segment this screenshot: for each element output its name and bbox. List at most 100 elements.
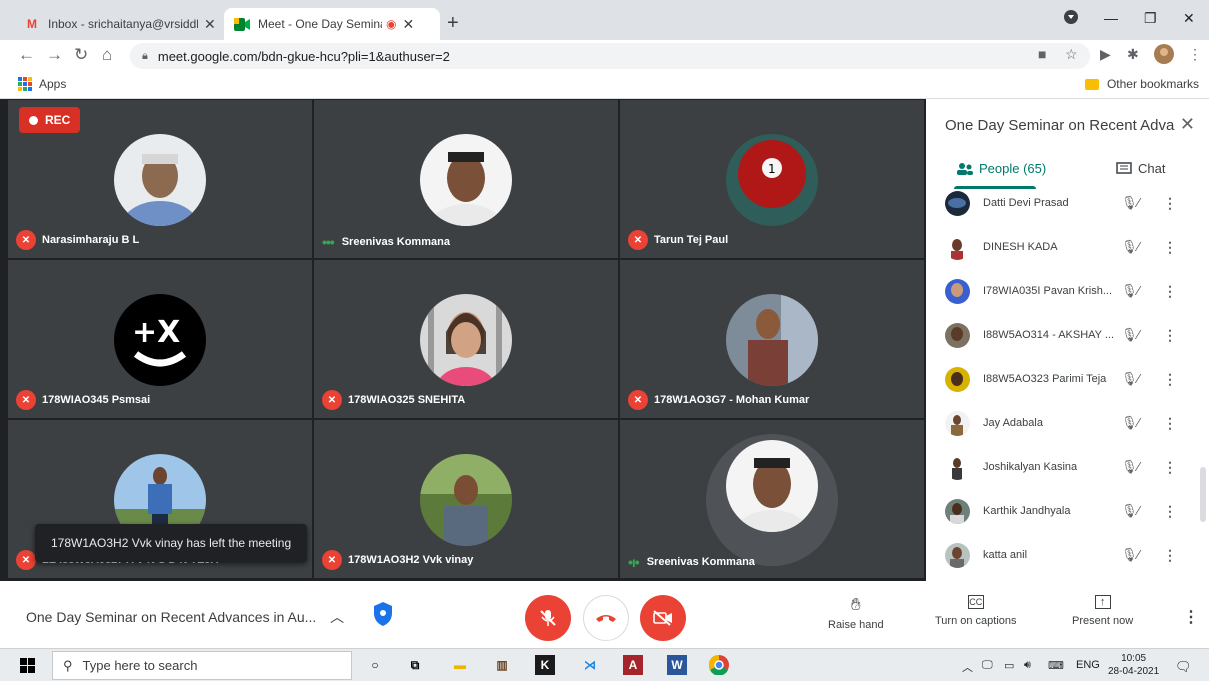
close-window-button[interactable]: ✕ xyxy=(1183,10,1195,27)
list-item[interactable]: Jay Adabala 🎙︎⁄ ⋮ xyxy=(926,401,1209,445)
list-item[interactable]: I88W5AO314 - AKSHAY ... 🎙︎⁄ ⋮ xyxy=(926,313,1209,357)
keyboard-icon[interactable]: ⌨ xyxy=(1048,659,1064,672)
puzzle-icon[interactable]: ✱ xyxy=(1127,46,1139,63)
camera-icon[interactable]: ■ xyxy=(1038,46,1046,62)
avatar xyxy=(114,134,206,226)
mic-off-icon: ✕ xyxy=(628,390,648,410)
raise-hand-button[interactable]: ✋︎ Raise hand xyxy=(828,595,884,631)
notifications-icon[interactable]: 🗨︎ xyxy=(1175,659,1192,675)
list-item[interactable]: Joshikalyan Kasina 🎙︎⁄ ⋮ xyxy=(926,445,1209,489)
more-options-icon[interactable]: ⋮ xyxy=(1163,327,1177,344)
extension-icon[interactable]: ▶ xyxy=(1100,46,1111,63)
svg-text:1: 1 xyxy=(768,162,776,176)
leave-call-button[interactable] xyxy=(583,595,629,641)
forward-button[interactable]: → xyxy=(46,45,63,65)
taskbar-search-box[interactable]: ⚲ Type here to search xyxy=(52,651,352,680)
access-icon[interactable]: A xyxy=(623,655,643,675)
scrollbar[interactable] xyxy=(1200,467,1206,522)
list-item[interactable]: katta anil 🎙︎⁄ ⋮ xyxy=(926,533,1209,577)
app-k-icon[interactable]: K xyxy=(535,655,555,675)
file-explorer-icon[interactable]: ▬ xyxy=(450,655,470,675)
minimize-button[interactable]: — xyxy=(1104,10,1118,26)
list-item[interactable]: Datti Devi Prasad 🎙︎⁄ ⋮ xyxy=(926,191,1209,225)
language-indicator[interactable]: ENG xyxy=(1076,659,1100,671)
close-icon[interactable]: ✕ xyxy=(402,16,414,33)
mic-off-icon: ✕ xyxy=(16,230,36,250)
library-icon[interactable]: ▥ xyxy=(492,655,512,675)
camera-toggle-button[interactable] xyxy=(640,595,686,641)
tab-people[interactable]: People (65) xyxy=(957,161,1046,176)
task-view-icon[interactable]: ⧉ xyxy=(405,655,425,675)
meeting-details-button[interactable]: One Day Seminar on Recent Advances in Au… xyxy=(26,607,344,627)
word-icon[interactable]: W xyxy=(667,655,687,675)
more-options-icon[interactable]: ⋮ xyxy=(1183,607,1199,627)
avatar xyxy=(945,278,970,304)
windows-taskbar: ⚲ Type here to search ○ ⧉ ▬ ▥ K ⋊ A W ︿ … xyxy=(0,648,1209,681)
new-tab-button[interactable]: + xyxy=(447,12,459,35)
back-button[interactable]: ← xyxy=(18,45,35,65)
host-controls-shield-icon[interactable] xyxy=(372,601,394,627)
mic-off-icon: ✕ xyxy=(322,550,342,570)
notification-toast: 178W1AO3H2 Vvk vinay has left the meetin… xyxy=(35,524,308,562)
profile-dropdown-icon[interactable] xyxy=(1064,10,1078,27)
avatar xyxy=(945,410,970,436)
avatar xyxy=(945,366,970,392)
apps-bookmark[interactable]: Apps xyxy=(18,77,66,91)
meet-area: ✕ Narasimharaju B L ••• Sreenivas Komman… xyxy=(0,99,1209,647)
participant-tile[interactable]: +X ✕ 178WIAO345 Psmsai xyxy=(7,259,313,419)
meet-icon xyxy=(234,16,250,32)
close-panel-button[interactable]: ✕ xyxy=(1180,114,1195,135)
reload-button[interactable]: ↻ xyxy=(74,45,88,65)
menu-icon[interactable]: ⋮ xyxy=(1188,46,1202,63)
tab-chat[interactable]: Chat xyxy=(1116,161,1165,176)
vscode-icon[interactable]: ⋊ xyxy=(580,655,600,675)
list-item[interactable]: Karthik Jandhyala 🎙︎⁄ ⋮ xyxy=(926,489,1209,533)
more-options-icon[interactable]: ⋮ xyxy=(1163,459,1177,476)
more-options-icon[interactable]: ⋮ xyxy=(1163,547,1177,564)
screen: M Inbox - srichaitanya@vrsiddharth ✕ Mee… xyxy=(0,0,1209,681)
captions-button[interactable]: CC Turn on captions xyxy=(935,595,1017,627)
home-button[interactable]: ⌂ xyxy=(102,45,112,65)
mic-off-icon: 🎙︎⁄ xyxy=(1121,195,1140,210)
show-hidden-icons-icon[interactable]: ︿ xyxy=(962,659,973,675)
clock[interactable]: 10:05 28-04-2021 xyxy=(1108,652,1159,678)
participant-tile[interactable]: 1 ✕ Tarun Tej Paul xyxy=(619,99,925,259)
more-options-icon[interactable]: ⋮ xyxy=(1163,195,1177,212)
chat-icon xyxy=(1116,161,1132,174)
battery-icon[interactable]: ▭ xyxy=(1004,659,1014,672)
avatar xyxy=(945,498,970,524)
bookmark-star-icon[interactable]: ☆ xyxy=(1065,46,1078,63)
profile-avatar[interactable] xyxy=(1154,44,1174,67)
participant-tile[interactable]: ✕ 178WIAO325 SNEHITA xyxy=(313,259,619,419)
cortana-icon[interactable]: ○ xyxy=(365,655,385,675)
present-now-button[interactable]: ↑ Present now xyxy=(1072,595,1133,627)
bookmarks-bar: Apps Other bookmarks xyxy=(0,72,1209,99)
tab-title: Meet - One Day Seminar on xyxy=(258,17,382,31)
chrome-icon[interactable] xyxy=(709,655,729,675)
list-item[interactable]: I78WIA035I Pavan Krish... 🎙︎⁄ ⋮ xyxy=(926,269,1209,313)
participant-tile[interactable]: ••• Sreenivas Kommana xyxy=(313,99,619,259)
volume-icon[interactable]: 🔊︎ xyxy=(1024,659,1031,672)
panel-title: One Day Seminar on Recent Adva... xyxy=(945,117,1175,134)
tab-gmail[interactable]: M Inbox - srichaitanya@vrsiddharth ✕ xyxy=(14,8,226,40)
more-options-icon[interactable]: ⋮ xyxy=(1163,283,1177,300)
windows-start-icon[interactable] xyxy=(20,658,35,673)
close-icon[interactable]: ✕ xyxy=(204,16,216,33)
participant-tile-active-speaker[interactable]: •ı• Sreenivas Kommana xyxy=(619,419,925,579)
more-options-icon[interactable]: ⋮ xyxy=(1163,239,1177,256)
more-options-icon[interactable]: ⋮ xyxy=(1163,503,1177,520)
tab-meet[interactable]: Meet - One Day Seminar on ◉ ✕ xyxy=(224,8,440,40)
address-bar[interactable]: 🔒︎ meet.google.com/bdn-gkue-hcu?pli=1&au… xyxy=(130,43,1090,69)
other-bookmarks[interactable]: Other bookmarks xyxy=(1084,77,1199,91)
participant-tile[interactable]: ✕ 178W1AO3H2 Vvk vinay xyxy=(313,419,619,579)
mic-off-icon: 🎙︎⁄ xyxy=(1121,327,1140,342)
list-item[interactable]: I88W5AO323 Parimi Teja 🎙︎⁄ ⋮ xyxy=(926,357,1209,401)
network-icon[interactable]: 🖵︎ xyxy=(982,659,993,672)
more-options-icon[interactable]: ⋮ xyxy=(1163,415,1177,432)
more-options-icon[interactable]: ⋮ xyxy=(1163,371,1177,388)
list-item[interactable]: DINESH KADA 🎙︎⁄ ⋮ xyxy=(926,225,1209,269)
microphone-toggle-button[interactable] xyxy=(525,595,571,641)
restore-button[interactable]: ❐ xyxy=(1144,10,1157,27)
present-icon: ↑ xyxy=(1094,595,1111,609)
participant-tile[interactable]: ✕ 178W1AO3G7 - Mohan Kumar xyxy=(619,259,925,419)
